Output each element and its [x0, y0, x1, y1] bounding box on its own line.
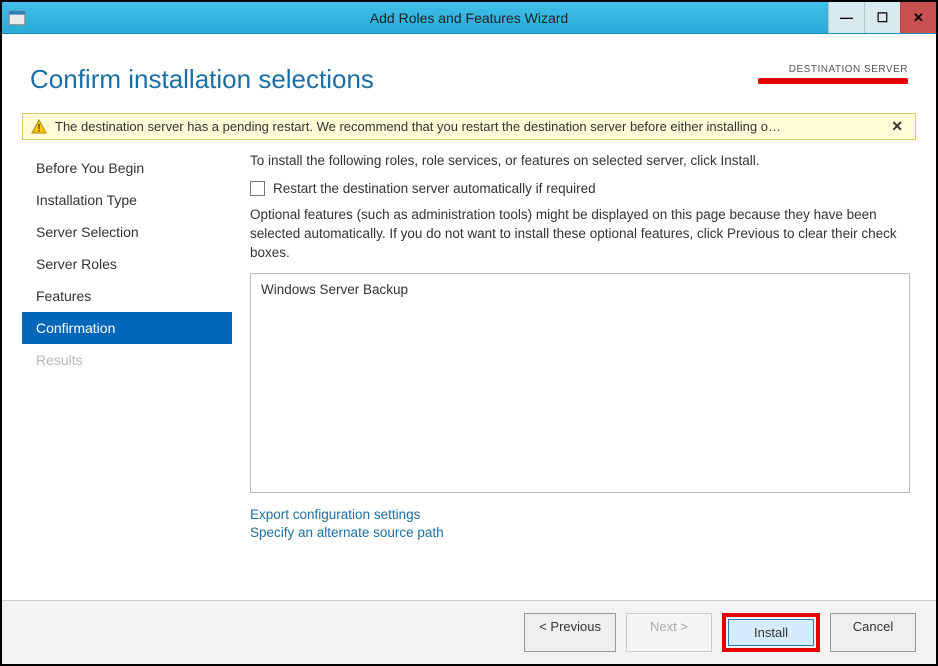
app-icon — [8, 9, 26, 27]
wizard-sidebar: Before You Begin Installation Type Serve… — [22, 146, 232, 543]
maximize-button[interactable]: ☐ — [864, 2, 900, 33]
titlebar: Add Roles and Features Wizard — ☐ ✕ — [2, 2, 936, 34]
sidebar-item-installation-type[interactable]: Installation Type — [22, 184, 232, 216]
list-item: Windows Server Backup — [261, 282, 899, 297]
optional-note: Optional features (such as administratio… — [250, 206, 910, 263]
previous-button[interactable]: < Previous — [524, 613, 616, 652]
sidebar-item-server-selection[interactable]: Server Selection — [22, 216, 232, 248]
restart-checkbox-label: Restart the destination server automatic… — [273, 181, 596, 196]
destination-server-text: DESTINATION SERVER — [789, 64, 908, 75]
next-button: Next > — [626, 613, 712, 652]
annotation-underline — [758, 78, 908, 84]
header-row: Confirm installation selections DESTINAT… — [2, 34, 936, 105]
footer-buttons: < Previous Next > Install Cancel — [2, 600, 936, 664]
restart-checkbox[interactable] — [250, 181, 265, 196]
window-controls: — ☐ ✕ — [828, 2, 936, 33]
install-button[interactable]: Install — [728, 619, 814, 646]
main-area: Before You Begin Installation Type Serve… — [2, 146, 936, 543]
destination-server-label: DESTINATION SERVER — [789, 64, 908, 75]
minimize-button[interactable]: — — [828, 2, 864, 33]
page-title: Confirm installation selections — [30, 64, 374, 95]
alternate-source-link[interactable]: Specify an alternate source path — [250, 525, 910, 540]
sidebar-item-features[interactable]: Features — [22, 280, 232, 312]
warning-text: The destination server has a pending res… — [55, 119, 781, 134]
banner-close-icon[interactable]: ✕ — [887, 118, 907, 135]
sidebar-item-results: Results — [22, 344, 232, 376]
sidebar-item-server-roles[interactable]: Server Roles — [22, 248, 232, 280]
warning-icon — [31, 119, 47, 135]
sidebar-item-confirmation[interactable]: Confirmation — [22, 312, 232, 344]
content-pane: To install the following roles, role ser… — [232, 146, 916, 543]
restart-checkbox-row[interactable]: Restart the destination server automatic… — [250, 181, 910, 196]
annotation-install-highlight: Install — [722, 613, 820, 652]
selected-features-list[interactable]: Windows Server Backup — [250, 273, 910, 493]
links-section: Export configuration settings Specify an… — [250, 507, 910, 540]
warning-banner: The destination server has a pending res… — [22, 113, 916, 140]
export-config-link[interactable]: Export configuration settings — [250, 507, 910, 522]
window-title: Add Roles and Features Wizard — [370, 10, 568, 26]
intro-text: To install the following roles, role ser… — [250, 152, 910, 171]
cancel-button[interactable]: Cancel — [830, 613, 916, 652]
sidebar-item-before-you-begin[interactable]: Before You Begin — [22, 152, 232, 184]
close-button[interactable]: ✕ — [900, 2, 936, 33]
